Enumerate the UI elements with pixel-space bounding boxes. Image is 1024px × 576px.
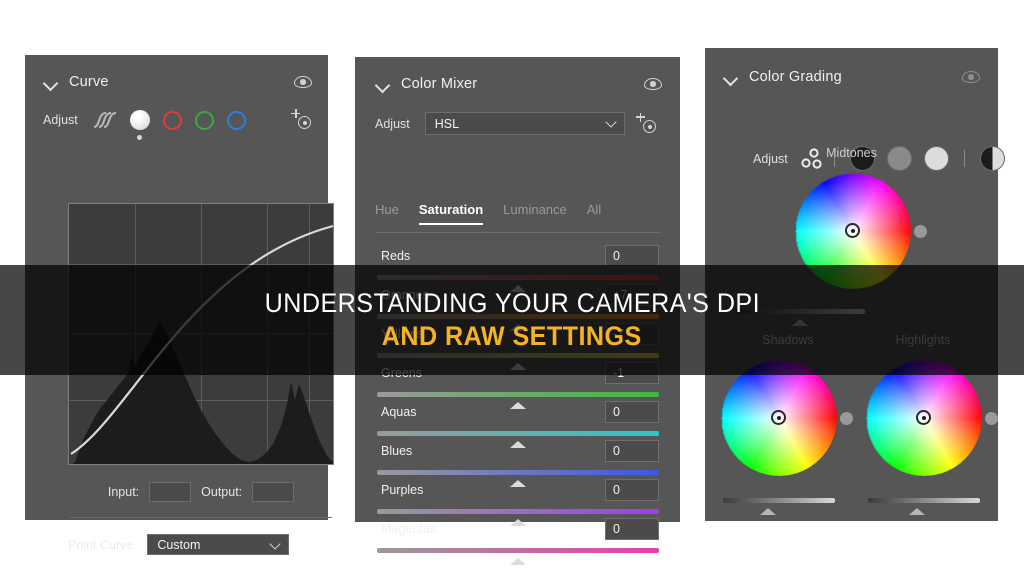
slider-label-reds: Reds	[381, 249, 411, 263]
slider-thumb-greens[interactable]	[509, 385, 527, 409]
slider-value-purples[interactable]: 0	[605, 479, 659, 501]
point-curve-row: Point Curve Custom	[68, 534, 334, 555]
color-grading-panel-header: Color Grading	[723, 62, 980, 92]
shadows-luminance-slider[interactable]	[723, 498, 835, 503]
curve-adjust-label: Adjust	[43, 113, 78, 127]
chevron-down-icon	[605, 116, 617, 128]
highlights-wheel-handle[interactable]	[916, 410, 931, 425]
chevron-down-icon[interactable]	[375, 76, 391, 92]
slider-thumb-magentas[interactable]	[509, 541, 527, 565]
slider-group-blues: Blues 0	[377, 440, 659, 487]
chevron-down-icon	[269, 538, 281, 550]
color-mixer-mode-value: HSL	[434, 116, 460, 131]
color-mixer-tabs: Hue Saturation Luminance All	[375, 202, 660, 225]
slider-thumb-aquas[interactable]	[509, 424, 527, 448]
point-curve-blue-channel-icon[interactable]	[226, 110, 246, 130]
visibility-eye-icon[interactable]	[644, 77, 662, 91]
curve-divider	[70, 517, 332, 518]
parametric-curve-icon[interactable]	[92, 110, 118, 130]
chevron-down-icon[interactable]	[723, 69, 739, 85]
slider-label-purples: Purples	[381, 483, 424, 497]
tabs-divider	[375, 232, 661, 233]
color-grading-panel-title: Color Grading	[749, 69, 842, 85]
targeted-adjustment-icon[interactable]	[635, 112, 657, 135]
shadows-wheel-knob[interactable]	[840, 412, 853, 425]
slider-value-magentas[interactable]: 0	[605, 518, 659, 540]
point-curve-select[interactable]: Custom	[147, 534, 290, 555]
slider-label-aquas: Aquas	[381, 405, 417, 419]
shadows-wheel-handle[interactable]	[771, 410, 786, 425]
slider-thumb-blues[interactable]	[509, 463, 527, 487]
input-field[interactable]	[149, 482, 192, 502]
slider-value-reds[interactable]: 0	[605, 245, 659, 267]
tab-saturation[interactable]: Saturation	[418, 202, 484, 225]
point-curve-select-value: Custom	[157, 537, 201, 552]
highlights-luminance-thumb[interactable]	[908, 491, 926, 515]
output-field[interactable]	[252, 482, 295, 502]
slider-group-purples: Purples 0	[377, 479, 659, 526]
color-mixer-mode-select[interactable]: HSL	[424, 112, 625, 135]
curve-adjust-row: Adjust	[43, 109, 312, 140]
highlights-color-wheel[interactable]	[866, 360, 982, 476]
midtones-wheel-handle[interactable]	[845, 223, 860, 238]
input-label: Input:	[107, 485, 140, 499]
point-curve-red-channel-icon[interactable]	[162, 110, 182, 130]
output-label: Output:	[201, 485, 243, 499]
overlay-title-line-2: AND RAW SETTINGS	[382, 321, 642, 351]
color-mixer-adjust-row: Adjust HSL	[375, 112, 662, 135]
overlay-title-line-1: UNDERSTANDING YOUR CAMERA'S DPI	[264, 288, 760, 318]
curve-panel-title: Curve	[69, 74, 109, 90]
slider-group-aquas: Aquas 0	[377, 401, 659, 448]
highlights-wheel-knob[interactable]	[985, 412, 998, 425]
visibility-eye-icon[interactable]	[962, 70, 980, 84]
color-mixer-adjust-label: Adjust	[375, 116, 410, 131]
shadows-luminance-thumb[interactable]	[759, 491, 777, 515]
slider-label-blues: Blues	[381, 444, 413, 458]
shadows-color-wheel[interactable]	[721, 360, 837, 476]
targeted-adjustment-icon[interactable]	[290, 109, 312, 131]
screenshot-stage: Curve Adjust Input: Output: Point Curve …	[0, 0, 1024, 576]
slider-value-blues[interactable]: 0	[605, 440, 659, 462]
visibility-eye-icon[interactable]	[294, 75, 312, 89]
tab-luminance[interactable]: Luminance	[503, 202, 567, 225]
slider-thumb-purples[interactable]	[509, 502, 527, 526]
point-curve-white-channel-icon[interactable]	[129, 110, 150, 140]
slider-value-aquas[interactable]: 0	[605, 401, 659, 423]
chevron-down-icon[interactable]	[43, 74, 59, 90]
tab-all[interactable]: All	[587, 202, 601, 225]
point-curve-green-channel-icon[interactable]	[194, 110, 214, 130]
slider-label-magentas: Magentas	[381, 522, 436, 536]
point-curve-label: Point Curve	[68, 537, 134, 552]
color-mixer-panel-title: Color Mixer	[401, 76, 478, 92]
tab-hue[interactable]: Hue	[375, 202, 399, 225]
color-mixer-panel-header: Color Mixer	[375, 69, 662, 99]
midtones-label: Midtones	[826, 146, 877, 160]
midtones-wheel-knob[interactable]	[914, 225, 927, 238]
curve-io-row: Input: Output:	[68, 482, 334, 502]
slider-group-magentas: Magentas 0	[377, 518, 659, 565]
title-overlay-band: UNDERSTANDING YOUR CAMERA'S DPI AND RAW …	[0, 265, 1024, 375]
curve-panel-header: Curve	[43, 67, 312, 97]
